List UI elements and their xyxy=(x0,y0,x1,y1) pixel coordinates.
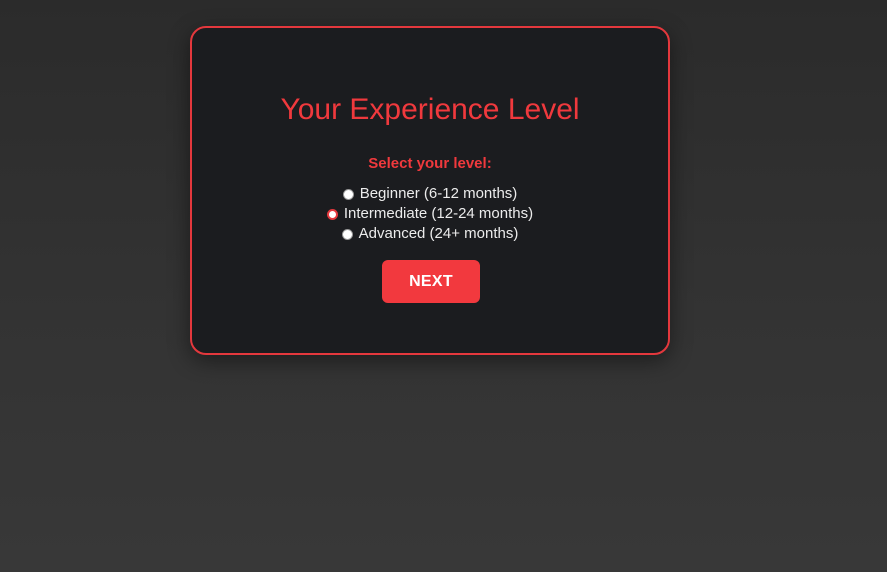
option-label: Intermediate (12-24 months) xyxy=(343,205,534,222)
option-label: Beginner (6-12 months) xyxy=(359,185,518,202)
radio-unchecked-icon[interactable] xyxy=(342,188,354,200)
level-options: Beginner (6-12 months) Intermediate (12-… xyxy=(192,184,668,244)
experience-level-card: Your Experience Level Select your level:… xyxy=(190,26,670,355)
option-label: Advanced (24+ months) xyxy=(358,225,519,242)
option-intermediate[interactable]: Intermediate (12-24 months) xyxy=(192,204,668,224)
page-title: Your Experience Level xyxy=(280,93,580,126)
option-advanced[interactable]: Advanced (24+ months) xyxy=(192,224,668,244)
next-button[interactable]: NEXT xyxy=(382,260,480,303)
option-beginner[interactable]: Beginner (6-12 months) xyxy=(192,184,668,204)
radio-unchecked-icon[interactable] xyxy=(341,228,353,240)
radio-checked-icon[interactable] xyxy=(326,208,338,220)
select-level-label: Select your level: xyxy=(368,155,492,172)
